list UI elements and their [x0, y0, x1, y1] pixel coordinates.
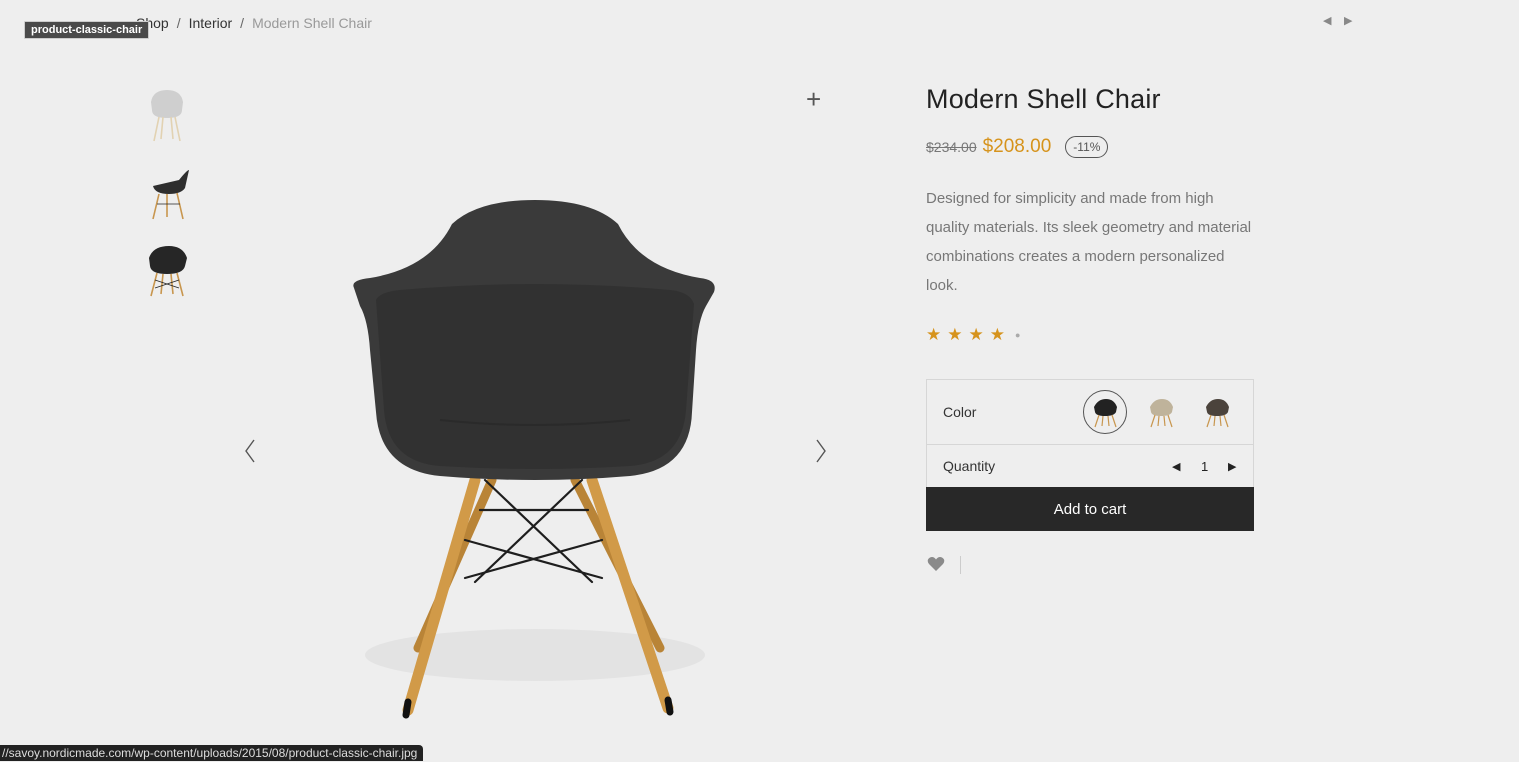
thumbnail-3[interactable]: [140, 238, 194, 300]
next-product-button[interactable]: ▶: [1344, 14, 1352, 27]
swatch-black[interactable]: [1083, 390, 1127, 434]
product-title: Modern Shell Chair: [926, 84, 1161, 114]
chair-black-front-icon: [149, 246, 187, 297]
chair-beige-icon: [1150, 399, 1173, 428]
swatch-dark-brown[interactable]: [1195, 390, 1239, 434]
color-row: Color: [927, 380, 1253, 445]
discount-badge: -11%: [1065, 136, 1109, 158]
star-filled-icon: ★: [968, 325, 984, 344]
link-tooltip: product-classic-chair: [24, 21, 150, 39]
star-filled-icon: ★: [926, 325, 942, 344]
old-price: $234.00: [926, 139, 977, 155]
chair-black-side-icon: [152, 170, 189, 220]
quantity-row: Quantity ◀ 1 ▶: [927, 445, 1253, 487]
rating-stars[interactable]: ★ ★ ★ ★ ●: [926, 325, 1020, 345]
variations-table: Color Quantity ◀ 1 ▶: [926, 379, 1254, 488]
breadcrumb-separator: /: [240, 15, 245, 31]
heart-icon[interactable]: [927, 556, 945, 572]
swatch-beige[interactable]: [1139, 390, 1183, 434]
star-filled-icon: ★: [947, 325, 963, 344]
action-divider: [960, 556, 961, 574]
breadcrumb-current: Modern Shell Chair: [252, 15, 372, 31]
thumbnail-2[interactable]: [140, 162, 194, 224]
thumbnail-1[interactable]: [140, 84, 194, 146]
chair-brown-icon: [1206, 399, 1229, 428]
quantity-label: Quantity: [943, 458, 996, 474]
quantity-input[interactable]: 1: [1201, 459, 1208, 474]
product-main-image[interactable]: [330, 180, 740, 725]
chair-white-icon: [151, 90, 183, 142]
price-row: $234.00 $208.00 -11%: [926, 136, 1109, 158]
status-bar-url: //savoy.nordicmade.com/wp-content/upload…: [0, 745, 424, 761]
chair-black-icon: [1094, 399, 1117, 428]
gallery-prev-arrow-icon[interactable]: [241, 436, 259, 466]
gallery-next-arrow-icon[interactable]: [812, 436, 830, 466]
sale-price: $208.00: [982, 136, 1052, 157]
star-empty-icon: ●: [1015, 330, 1021, 340]
prev-product-button[interactable]: ◀: [1323, 14, 1331, 27]
product-description: Designed for simplicity and made from hi…: [926, 190, 1252, 294]
color-label: Color: [943, 404, 977, 420]
zoom-button[interactable]: +: [806, 86, 821, 112]
add-to-cart-button[interactable]: Add to cart: [926, 487, 1254, 531]
star-filled-icon: ★: [989, 325, 1005, 344]
breadcrumb: Shop / Interior / Modern Shell Chair: [136, 15, 372, 31]
breadcrumb-separator: /: [176, 15, 181, 31]
breadcrumb-interior-link[interactable]: Interior: [189, 15, 233, 31]
quantity-increase-button[interactable]: ▶: [1228, 460, 1236, 473]
quantity-decrease-button[interactable]: ◀: [1172, 460, 1180, 473]
